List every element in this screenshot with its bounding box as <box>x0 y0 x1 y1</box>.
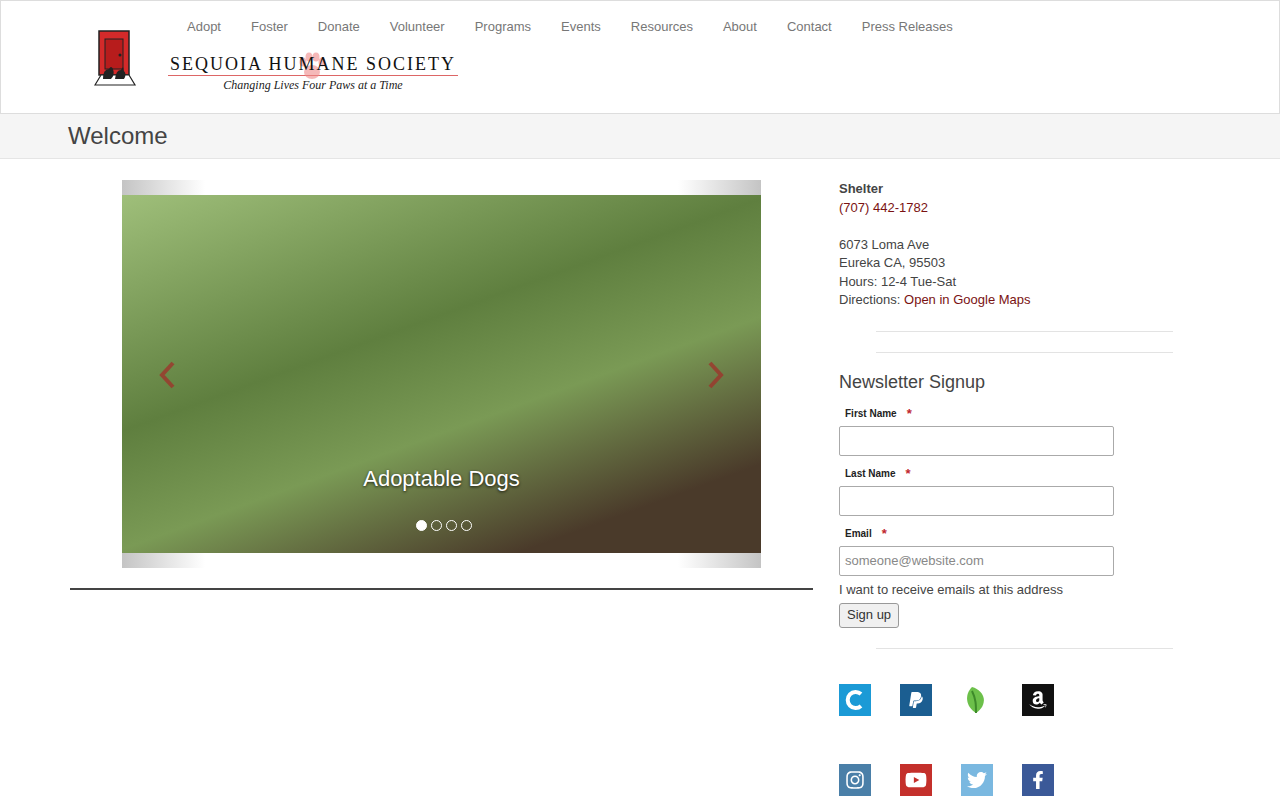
causes-icon[interactable] <box>839 684 871 716</box>
twitter-icon[interactable] <box>961 764 993 796</box>
carousel-indicator[interactable] <box>416 520 427 531</box>
donate-links <box>839 684 1174 716</box>
paypal-icon[interactable] <box>900 684 932 716</box>
page-title: Welcome <box>68 121 168 151</box>
consent-text: I want to receive emails at this address <box>839 581 1174 600</box>
nav-link[interactable]: Volunteer <box>375 18 460 36</box>
field-label: First Name <box>845 407 897 421</box>
page: AdoptFosterDonateVolunteerProgramsEvents… <box>0 0 1280 800</box>
main-column: Adoptable Dogs <box>70 180 813 796</box>
main-nav: AdoptFosterDonateVolunteerProgramsEvents… <box>163 1 968 36</box>
nav-link[interactable]: Press Releases <box>847 18 968 36</box>
nav-link[interactable]: Adopt <box>172 18 236 36</box>
title-band: Welcome <box>0 114 1280 159</box>
header: AdoptFosterDonateVolunteerProgramsEvents… <box>0 0 1280 114</box>
instagram-icon[interactable] <box>839 764 871 796</box>
carousel-slide[interactable]: Adoptable Dogs <box>122 195 761 553</box>
field-label: Email <box>845 527 872 541</box>
text-input[interactable] <box>839 486 1114 516</box>
nav-link[interactable]: About <box>708 18 772 36</box>
text-input[interactable] <box>839 426 1114 456</box>
newsletter: Newsletter SignupFirst Name*Last Name*Em… <box>839 371 1174 629</box>
site-logo[interactable]: SEQUOIA HUMANE SOCIETYChanging Lives Fou… <box>163 42 463 112</box>
carousel: Adoptable Dogs <box>122 180 761 568</box>
prev-arrow-icon[interactable] <box>158 360 178 390</box>
divider <box>70 588 813 590</box>
leaf-icon[interactable] <box>961 684 993 716</box>
carousel-indicator[interactable] <box>431 520 442 531</box>
phone-link[interactable]: (707) 442-1782 <box>839 199 1174 218</box>
nav-link[interactable]: Resources <box>616 18 708 36</box>
nav-link[interactable]: Foster <box>236 18 303 36</box>
nav-link[interactable]: Programs <box>460 18 546 36</box>
youtube-icon[interactable] <box>900 764 932 796</box>
signup-button[interactable]: Sign up <box>839 603 899 628</box>
carousel-caption: Adoptable Dogs <box>122 465 761 493</box>
nav-link[interactable]: Donate <box>303 18 375 36</box>
facebook-icon[interactable] <box>1022 764 1054 796</box>
carousel-indicator[interactable] <box>446 520 457 531</box>
nav-link[interactable]: Events <box>546 18 616 36</box>
door-logo-icon <box>93 29 137 87</box>
nav-link[interactable]: Contact <box>772 18 847 36</box>
next-arrow-icon[interactable] <box>705 360 725 390</box>
sidebar: Shelter(707) 442-17826073 Loma AveEureka… <box>839 180 1174 796</box>
directions-link[interactable]: Open in Google Maps <box>904 292 1030 307</box>
shelter-info: Shelter(707) 442-17826073 Loma AveEureka… <box>839 180 1174 310</box>
amazon-icon[interactable] <box>1022 684 1054 716</box>
social-links <box>839 764 1174 796</box>
text-input[interactable] <box>839 546 1114 576</box>
field-label: Last Name <box>845 467 896 481</box>
carousel-indicator[interactable] <box>461 520 472 531</box>
